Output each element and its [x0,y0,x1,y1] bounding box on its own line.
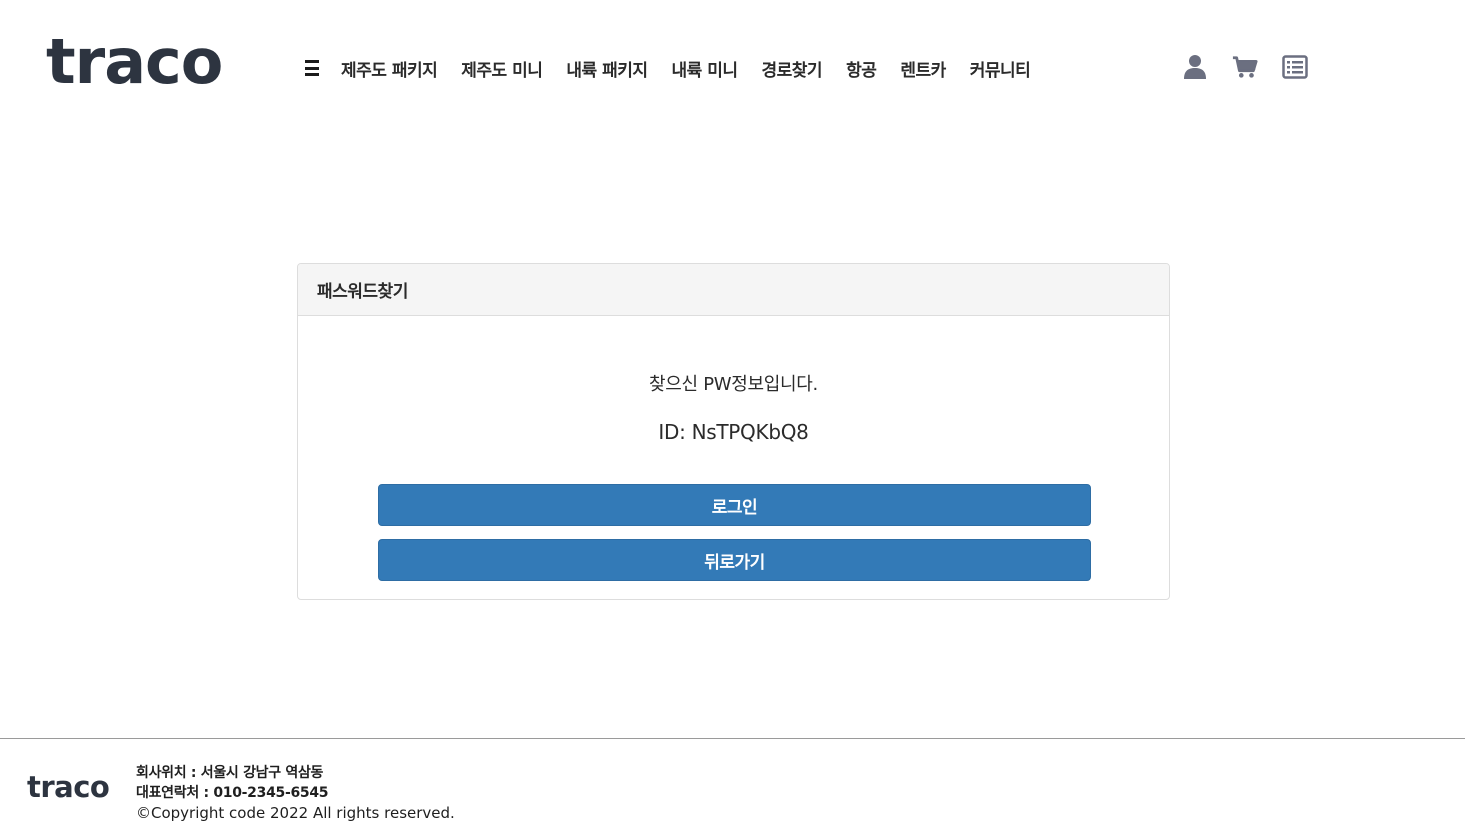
nav-item-jeju-mini[interactable]: 제주도 미니 [461,56,543,81]
nav-item-flight[interactable]: 항공 [846,56,877,81]
cart-icon[interactable] [1232,54,1258,80]
site-footer: traco 회사위치 : 서울시 강남구 역삼동 대표연락처 : 010-234… [0,738,1465,832]
site-logo[interactable]: traco [46,22,223,102]
nav-item-inland-package[interactable]: 내륙 패키지 [566,56,648,81]
nav-item-jeju-package[interactable]: 제주도 패키지 [341,56,438,81]
nav-item-route-finder[interactable]: 경로찾기 [762,56,823,81]
list-icon[interactable] [1282,54,1308,80]
header-icons [1182,54,1308,80]
nav-item-inland-mini[interactable]: 내륙 미니 [672,56,738,81]
company-address: 회사위치 : 서울시 강남구 역삼동 [136,765,324,781]
card-body: 찾으신 PW정보입니다. ID: NsTPQKbQ8 로그인 뒤로가기 [298,316,1169,599]
company-phone: 대표연락처 : 010-2345-6545 [136,785,329,801]
nav-item-rentcar[interactable]: 렌트카 [900,56,946,81]
main-nav: 제주도 패키지 제주도 미니 내륙 패키지 내륙 미니 경로찾기 항공 렌트카 … [305,52,1031,84]
password-result: ID: NsTPQKbQ8 [658,420,809,444]
find-password-card: 패스워드찾기 찾으신 PW정보입니다. ID: NsTPQKbQ8 로그인 뒤로… [297,263,1170,600]
copyright: ©Copyright code 2022 All rights reserved… [136,804,455,822]
site-header: traco 제주도 패키지 제주도 미니 내륙 패키지 내륙 미니 경로찾기 항… [0,0,1465,130]
card-title: 패스워드찾기 [298,264,1169,316]
nav-item-community[interactable]: 커뮤니티 [970,56,1031,81]
back-button[interactable]: 뒤로가기 [378,539,1091,581]
login-button[interactable]: 로그인 [378,484,1091,526]
user-icon[interactable] [1182,54,1208,80]
footer-logo: traco [27,770,110,804]
footer-info: 회사위치 : 서울시 강남구 역삼동 대표연락처 : 010-2345-6545… [136,763,455,823]
hamburger-menu-icon[interactable] [305,60,319,76]
result-message: 찾으신 PW정보입니다. [649,374,818,395]
